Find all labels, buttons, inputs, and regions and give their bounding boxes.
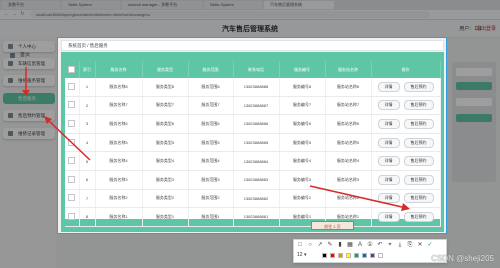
watermark: CSDN @sheji205	[431, 254, 494, 263]
confirm-icon[interactable]: ✓	[427, 242, 433, 248]
save-icon[interactable]: ⤓	[397, 242, 403, 248]
number-tool-icon[interactable]: ①	[367, 242, 373, 248]
color-swatch[interactable]	[346, 253, 351, 258]
pen-tool-icon[interactable]: ✎	[327, 242, 333, 248]
pin-icon[interactable]: ⌖	[387, 242, 393, 248]
font-size-label[interactable]: 12 ▾	[297, 252, 306, 258]
color-swatch[interactable]	[354, 253, 359, 258]
marker-tool-icon[interactable]: ▮	[337, 242, 343, 248]
text-tool-icon[interactable]: A	[357, 242, 363, 248]
copy-icon[interactable]: ⎘	[407, 242, 413, 248]
color-swatch[interactable]	[322, 253, 327, 258]
color-swatch[interactable]	[330, 253, 335, 258]
undo-icon[interactable]: ↶	[377, 242, 383, 248]
arrow-tool-icon[interactable]: ↗	[317, 242, 323, 248]
annotation-arrows	[22, 67, 410, 211]
annotation-arrow-head	[401, 203, 410, 211]
close-icon[interactable]: ✕	[417, 242, 423, 248]
rectangle-tool-icon[interactable]: □	[297, 242, 303, 248]
color-swatch[interactable]	[378, 253, 383, 258]
annotation-arrow	[49, 121, 91, 161]
annotation-arrow	[309, 185, 403, 208]
ellipse-tool-icon[interactable]: ○	[307, 242, 313, 248]
font-size-value: 12	[297, 252, 303, 258]
color-swatch[interactable]	[370, 253, 375, 258]
annotation-toolbar: □ ○ ↗ ✎ ▮ ▦ A ① ↶ ⌖ ⤓ ⎘ ✕ ✓ 12 ▾	[293, 239, 447, 263]
mosaic-tool-icon[interactable]: ▦	[347, 242, 353, 248]
color-swatch[interactable]	[362, 253, 367, 258]
annotation-arrow-head	[22, 90, 30, 96]
color-swatch[interactable]	[338, 253, 343, 258]
